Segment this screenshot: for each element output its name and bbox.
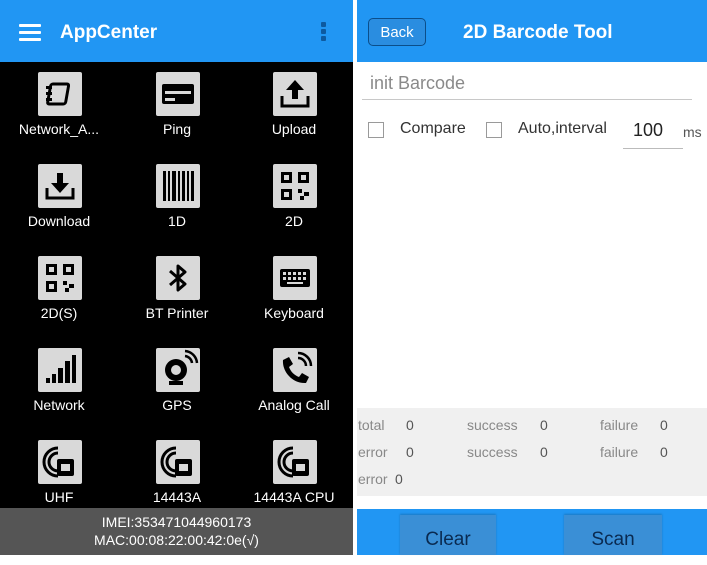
error-label: error — [358, 471, 388, 487]
phone-ringing-icon — [273, 348, 317, 392]
stats-row: error 0 — [357, 471, 707, 495]
failure-value: 0 — [660, 444, 668, 460]
tile-1d[interactable]: 1D — [118, 154, 236, 246]
tile-upload[interactable]: Upload — [235, 62, 353, 154]
auto-checkbox[interactable] — [486, 122, 502, 138]
failure-label: failure — [600, 417, 639, 433]
total-label: total — [358, 417, 385, 433]
satellite-dish-icon — [156, 348, 200, 392]
menu-icon[interactable] — [19, 24, 41, 41]
tile-gps[interactable]: GPS — [118, 338, 236, 430]
device-info-footer: IMEI:353471044960173 MAC:00:08:22:00:42:… — [0, 508, 353, 555]
tile-network[interactable]: Network — [0, 338, 118, 430]
interval-input[interactable]: 100 — [623, 112, 683, 149]
barcode-placeholder: init Barcode — [370, 73, 466, 93]
tile-label: 2D — [285, 213, 303, 229]
action-bar: Clear Scan — [357, 509, 707, 555]
tile-label: Download — [27, 213, 91, 229]
tile-label: BT Printer — [145, 305, 209, 321]
app-bar: AppCenter — [0, 0, 353, 62]
upload-icon — [273, 72, 317, 116]
signal-bars-icon — [38, 348, 82, 392]
rfid-card-icon — [38, 440, 82, 484]
tile-keyboard[interactable]: Keyboard — [235, 246, 353, 338]
stats-row: total 0 success 0 failure 0 — [357, 417, 707, 441]
error-label: error — [358, 444, 388, 460]
error-value: 0 — [406, 444, 414, 460]
total-value: 0 — [406, 417, 414, 433]
error-value: 0 — [395, 471, 403, 487]
failure-label: failure — [600, 444, 639, 460]
clear-button[interactable]: Clear — [400, 515, 496, 555]
scan-options: Compare Auto,interval 100 ms — [357, 112, 707, 152]
tile-label: Keyboard — [264, 305, 324, 321]
success-value: 0 — [540, 417, 548, 433]
app-title: AppCenter — [60, 22, 158, 43]
tile-label: 14443A — [152, 489, 202, 505]
bluetooth-icon — [156, 256, 200, 300]
tile-label: 2D(S) — [40, 305, 78, 321]
tile-label: Ping — [162, 121, 192, 137]
interval-unit: ms — [683, 124, 702, 140]
stats-row: error 0 success 0 failure 0 — [357, 444, 707, 468]
qrcode-icon — [38, 256, 82, 300]
tile-label: Analog Call — [258, 397, 330, 413]
success-label: success — [467, 417, 518, 433]
imei-text: IMEI:353471044960173 — [101, 514, 252, 530]
tile-label: GPS — [162, 397, 192, 413]
mac-text: MAC:00:08:22:00:42:0e(√) — [94, 532, 259, 548]
tile-2ds[interactable]: 2D(S) — [0, 246, 118, 338]
back-button[interactable]: Back — [368, 18, 426, 46]
appcenter-screen: AppCenter Network_A... Ping Upload Downl… — [0, 0, 353, 555]
tile-ping[interactable]: Ping — [118, 62, 236, 154]
tile-label: Network_A... — [18, 121, 100, 137]
tile-label: Network — [33, 397, 85, 413]
tile-download[interactable]: Download — [0, 154, 118, 246]
barcode-1d-icon — [156, 164, 200, 208]
ping-icon — [156, 72, 200, 116]
rfid-card-icon — [273, 440, 317, 484]
rfid-card-icon — [156, 440, 200, 484]
tile-label: 1D — [168, 213, 186, 229]
tile-2d[interactable]: 2D — [235, 154, 353, 246]
page-title: 2D Barcode Tool — [463, 22, 613, 43]
auto-interval-label: Auto,interval — [518, 120, 607, 137]
tile-label: Upload — [271, 121, 317, 137]
tile-label: UHF — [44, 489, 74, 505]
tile-analog-call[interactable]: Analog Call — [235, 338, 353, 430]
keyboard-icon — [273, 256, 317, 300]
interval-value: 100 — [633, 120, 664, 140]
scan-button[interactable]: Scan — [564, 515, 662, 555]
tool-header: Back 2D Barcode Tool — [357, 0, 707, 62]
barcode-tool-screen: Back 2D Barcode Tool init Barcode Compar… — [357, 0, 707, 555]
scan-statistics: total 0 success 0 failure 0 error 0 succ… — [357, 408, 707, 496]
compare-label: Compare — [400, 120, 466, 137]
success-value: 0 — [540, 444, 548, 460]
download-icon — [38, 164, 82, 208]
overflow-menu-icon[interactable] — [321, 22, 327, 46]
barcode-input[interactable]: init Barcode — [362, 65, 692, 100]
compare-checkbox[interactable] — [368, 122, 384, 138]
failure-value: 0 — [660, 417, 668, 433]
tile-bt-printer[interactable]: BT Printer — [118, 246, 236, 338]
tile-network-adapter[interactable]: Network_A... — [0, 62, 118, 154]
tile-label: 14443A CPU — [253, 489, 335, 505]
success-label: success — [467, 444, 518, 460]
network-adapter-icon — [38, 72, 82, 116]
qrcode-icon — [273, 164, 317, 208]
